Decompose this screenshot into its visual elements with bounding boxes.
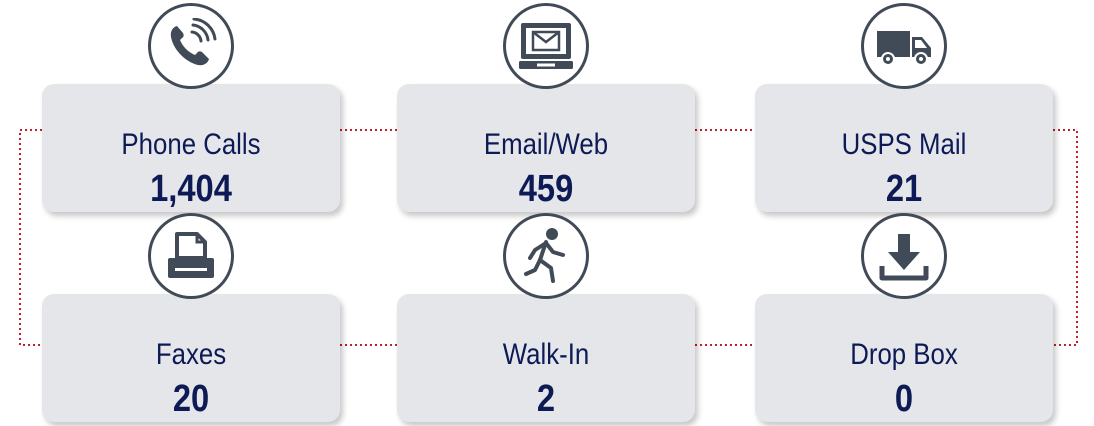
- card-drop-box: Drop Box 0: [755, 294, 1053, 422]
- card-email-web: Email/Web 459: [397, 84, 695, 212]
- channel-label: Walk-In: [502, 338, 590, 371]
- email-monitor-icon: [503, 3, 589, 89]
- fax-printer-icon: [148, 213, 234, 299]
- delivery-van-icon: [861, 3, 947, 89]
- channel-count: 459: [518, 168, 574, 210]
- card-phone-calls: Phone Calls 1,404: [42, 84, 340, 212]
- channel-count: 0: [894, 378, 914, 420]
- connector-right-loop: [1053, 129, 1078, 346]
- phone-icon: [148, 3, 234, 89]
- channel-count: 2: [536, 378, 556, 420]
- channel-label: Email/Web: [483, 128, 609, 161]
- channel-label: Phone Calls: [121, 128, 261, 161]
- card-usps-mail: USPS Mail 21: [755, 84, 1053, 212]
- channel-label: Drop Box: [850, 338, 958, 371]
- connector-left-loop: [19, 129, 42, 346]
- contact-channels-diagram: Phone Calls 1,404 Email/Web 459 USPS Mai…: [0, 0, 1094, 426]
- channel-count: 21: [885, 168, 923, 210]
- download-tray-icon: [861, 213, 947, 299]
- channel-label: USPS Mail: [841, 128, 967, 161]
- card-walk-in: Walk-In 2: [397, 294, 695, 422]
- channel-count: 20: [172, 378, 210, 420]
- channel-count: 1,404: [150, 168, 232, 210]
- channel-label: Faxes: [155, 338, 227, 371]
- walking-person-icon: [503, 213, 589, 299]
- card-faxes: Faxes 20: [42, 294, 340, 422]
